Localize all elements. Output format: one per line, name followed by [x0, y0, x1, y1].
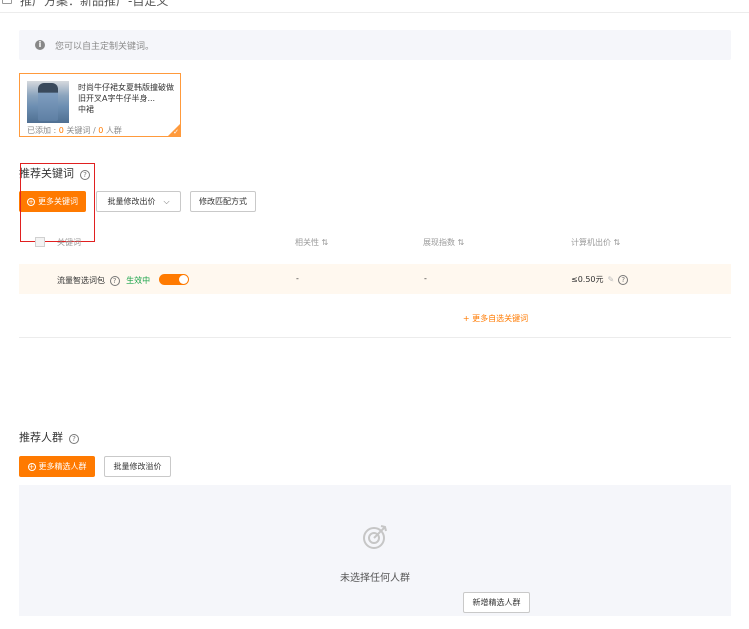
- chevron-down-icon: ⌵: [163, 196, 170, 206]
- empty-text: 未选择任何人群: [340, 573, 410, 584]
- match-mode-button[interactable]: 修改匹配方式: [190, 191, 256, 212]
- help-icon[interactable]: ?: [618, 275, 629, 285]
- product-title: 时尚牛仔裙女夏韩版撞破做旧开叉A字牛仔半身... 中裙: [78, 83, 174, 114]
- batch-bid-dropdown[interactable]: 批量修改出价 ⌵: [96, 191, 181, 212]
- crowd-section-title: 推荐人群?: [19, 429, 79, 445]
- info-icon: i: [35, 40, 45, 50]
- status-toggle[interactable]: [158, 274, 189, 285]
- table-row: 流量智选词包 ? 生效中 - - ≤0.50元 ✎?: [19, 264, 731, 294]
- empty-state: 未选择任何人群 新增精选人群: [19, 485, 731, 616]
- status-text: 生效中: [126, 276, 151, 285]
- keywords-table-header: 关键词 相关性 ⇅ 展现指数 ⇅ 计算机出价 ⇅: [19, 228, 731, 256]
- keyword-name: 流量智选词包 ? 生效中: [57, 274, 189, 286]
- col-keyword: 关键词: [57, 238, 81, 247]
- edit-icon[interactable]: ✎: [608, 275, 615, 284]
- more-keywords-link[interactable]: + 更多自选关键词: [0, 313, 749, 324]
- product-status: 已添加 : 0 关键词 / 0 人群: [27, 126, 122, 135]
- add-crowd-button[interactable]: 新增精选人群: [463, 592, 530, 613]
- target-icon: [363, 525, 387, 549]
- col-impressions[interactable]: 展现指数 ⇅: [423, 237, 464, 248]
- col-pc-bid[interactable]: 计算机出价 ⇅: [571, 237, 620, 248]
- breadcrumb-bar: 推广方案：新品推广-自定义: [0, 0, 749, 13]
- help-icon[interactable]: ?: [69, 434, 79, 444]
- check-icon: ✓: [173, 128, 179, 136]
- breadcrumb-icon: [2, 0, 12, 4]
- relevance-value: -: [296, 274, 299, 283]
- divider: [19, 337, 731, 338]
- bid-value: ≤0.50元 ✎?: [571, 274, 629, 285]
- select-all-checkbox[interactable]: [35, 237, 45, 247]
- impressions-value: -: [424, 274, 427, 283]
- product-thumbnail: [27, 81, 69, 123]
- more-crowd-button[interactable]: + 更多精选人群: [19, 456, 95, 477]
- info-notice: i 您可以自主定制关键词。: [19, 30, 731, 60]
- help-icon[interactable]: ?: [109, 276, 120, 286]
- breadcrumb: 推广方案：新品推广-自定义: [20, 0, 169, 8]
- notice-text: 您可以自主定制关键词。: [55, 42, 155, 52]
- col-relevance[interactable]: 相关性 ⇅: [295, 237, 328, 248]
- batch-premium-button[interactable]: 批量修改溢价: [104, 456, 171, 477]
- product-card[interactable]: 时尚牛仔裙女夏韩版撞破做旧开叉A字牛仔半身... 中裙 已添加 : 0 关键词 …: [19, 73, 181, 137]
- plus-icon: +: [27, 462, 36, 471]
